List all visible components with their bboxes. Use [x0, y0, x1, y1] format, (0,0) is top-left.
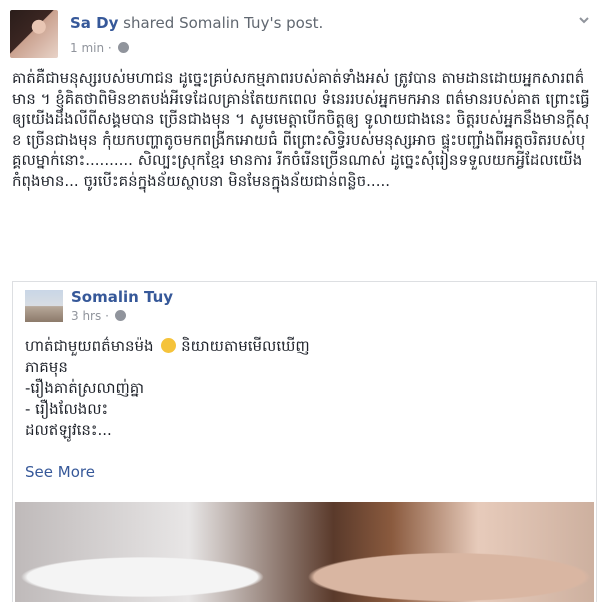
- shared-post-time[interactable]: 3 hrs: [71, 309, 101, 323]
- shared-author-name[interactable]: Somalin Tuy: [71, 288, 173, 306]
- shared-label: shared: [123, 14, 175, 32]
- post-body-text: គាត់គឺជាមនុស្សរបស់មហាជន ដូច្នេះគ្រប់សកម្…: [12, 69, 590, 190]
- shared-post-text: ហាត់ជាមួយពត៌មានម៉ង និយាយតាមមើលឃើញ ភាគមុន…: [25, 336, 585, 441]
- pensive-face-emoji-icon: [161, 338, 177, 353]
- author-name-link[interactable]: Sa Dy: [70, 14, 118, 32]
- shared-line-text: និយាយតាមមើលឃើញ: [181, 337, 310, 355]
- see-more-link[interactable]: See More: [25, 463, 95, 481]
- post-header: Sa Dy shared Somalin Tuy's post. 1 min ·: [10, 10, 590, 62]
- shared-line: ហាត់ជាមួយពត៌មានម៉ង និយាយតាមមើលឃើញ: [25, 336, 585, 357]
- globe-icon: [117, 42, 129, 53]
- shared-line: ដលឥឡូវនេះ...: [25, 421, 112, 439]
- author-avatar[interactable]: [10, 10, 58, 58]
- shared-from-link[interactable]: Somalin Tuy's post.: [179, 14, 323, 32]
- shared-post-meta: 3 hrs ·: [71, 309, 126, 323]
- shared-author-avatar[interactable]: [25, 290, 63, 322]
- post-header-text: Sa Dy shared Somalin Tuy's post.: [70, 14, 323, 32]
- globe-icon: [114, 310, 126, 321]
- post-time[interactable]: 1 min: [70, 41, 104, 55]
- shared-post-card: Somalin Tuy 3 hrs · ហាត់ជាមួយពត៌មានម៉ង ន…: [12, 281, 597, 602]
- chevron-down-icon[interactable]: [578, 14, 590, 26]
- post-meta: 1 min ·: [70, 41, 129, 55]
- shared-post-photo[interactable]: [15, 502, 594, 602]
- shared-line: ភាគមុន: [25, 358, 68, 376]
- shared-line: - រឿងលែងលះ: [25, 400, 109, 418]
- shared-line-text: ហាត់ជាមួយពត៌មានម៉ង: [25, 337, 154, 355]
- shared-line: -រឿងគាត់ស្រលាញ់គ្នា: [25, 379, 145, 397]
